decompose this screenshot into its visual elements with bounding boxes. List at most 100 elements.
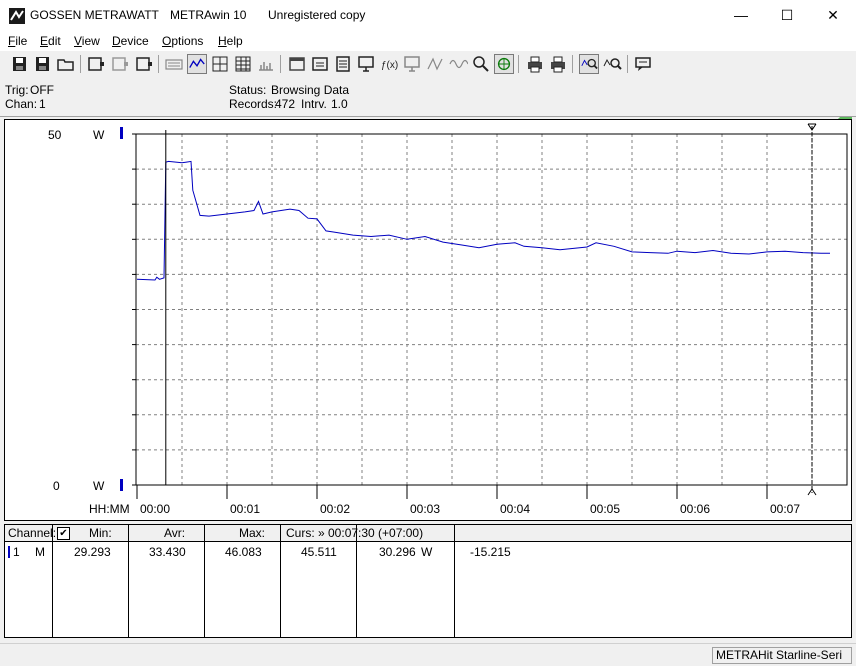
status-bar: METRAHit Starline-Seri [0, 643, 856, 666]
records-label: Records: [229, 97, 277, 111]
chan-value: 1 [39, 97, 46, 111]
window-icon[interactable] [287, 54, 307, 74]
header-avr: Avr: [164, 525, 185, 541]
app-logo-icon [9, 8, 25, 24]
power-line-chart[interactable]: 50 W 0 W HH:MM 00:0000:0100:0200:0300:04… [5, 120, 851, 520]
trig-label: Trig: [5, 83, 29, 97]
open-folder-icon[interactable] [56, 54, 76, 74]
toolbar-separator [627, 55, 628, 73]
device-settings-icon[interactable] [134, 54, 154, 74]
y-axis-top-label: 50 [48, 128, 62, 142]
trig-value: OFF [30, 83, 54, 97]
column-divider [128, 525, 129, 637]
toolbar: ƒ(x) [0, 51, 856, 81]
device-write-icon[interactable] [110, 54, 130, 74]
toolbar-separator [518, 55, 519, 73]
x-axis-tick-label: 00:00 [140, 502, 170, 516]
menu-help[interactable]: Help [218, 34, 243, 48]
device-read-icon[interactable] [86, 54, 106, 74]
menu-bar: File Edit View Device Options Help [0, 31, 856, 51]
zoom-in-icon[interactable] [602, 54, 622, 74]
row-channel-mode: M [35, 545, 45, 559]
zoom-chart-icon[interactable] [579, 54, 599, 74]
window-title-app: METRAwin 10 [170, 8, 246, 22]
intrv-label: Intrv. [301, 97, 327, 111]
y-axis-bottom-unit: W [93, 479, 105, 493]
column-divider [204, 525, 205, 637]
y-axis-bottom-label: 0 [53, 479, 60, 493]
keyboard-icon[interactable] [164, 54, 184, 74]
minimize-button[interactable]: — [718, 0, 764, 31]
chan-label: Chan: [5, 97, 37, 111]
toolbar-separator [280, 55, 281, 73]
menu-view[interactable]: View [74, 34, 100, 48]
function-icon[interactable]: ƒ(x) [379, 54, 399, 74]
open-file-icon[interactable] [10, 54, 30, 74]
x-axis-tick-label: 00:05 [590, 502, 620, 516]
x-axis-tick-label: 00:07 [770, 502, 800, 516]
status-label: Status: [229, 83, 266, 97]
row-max-value: 46.083 [225, 545, 262, 559]
close-button[interactable]: ✕ [810, 0, 856, 31]
menu-file[interactable]: File [8, 34, 27, 48]
row-difference-value: -15.215 [470, 545, 511, 559]
y-axis-bottom-marker [120, 479, 123, 491]
save-icon[interactable] [33, 54, 53, 74]
maximize-button[interactable]: ☐ [764, 0, 810, 31]
column-divider [356, 525, 357, 637]
auto-scale-icon[interactable] [494, 54, 514, 74]
row-min-value: 29.293 [74, 545, 111, 559]
status-panel: Trig: OFF Chan: 1 Status: Browsing Data … [0, 80, 856, 117]
table-view-icon[interactable] [233, 54, 253, 74]
intrv-value: 1.0 [331, 97, 348, 111]
row-avr-value: 33.430 [149, 545, 186, 559]
x-axis-tick-label: 00:04 [500, 502, 530, 516]
toolbar-separator [80, 55, 81, 73]
report-icon[interactable] [333, 54, 353, 74]
comment-icon[interactable] [633, 54, 653, 74]
menu-options[interactable]: Options [162, 34, 203, 48]
window-title-company: GOSSEN METRAWATT [30, 8, 159, 22]
y-axis-top-unit: W [93, 128, 105, 142]
row-cursor1-value: 45.511 [301, 545, 337, 559]
header-min: Min: [89, 525, 112, 541]
records-value: 472 [275, 97, 295, 111]
chart-panel[interactable]: 50 W 0 W HH:MM 00:0000:0100:0200:0300:04… [4, 119, 852, 521]
wave-icon[interactable] [448, 54, 468, 74]
print-icon[interactable] [525, 54, 545, 74]
header-channel: Channel: [8, 525, 56, 541]
window-title-license: Unregistered copy [268, 8, 365, 22]
row-channel-number: 1 [13, 545, 20, 559]
header-cursor: Curs: » 00:07:30 (+07:00) [286, 525, 423, 541]
window-list-icon[interactable] [310, 54, 330, 74]
x-axis: 00:0000:0100:0200:0300:0400:0500:0600:07 [137, 485, 800, 516]
device-name-field: METRAHit Starline-Seri [712, 647, 852, 664]
column-divider [454, 525, 455, 637]
zoom-settings-icon[interactable] [471, 54, 491, 74]
close-icon: ✕ [827, 7, 839, 23]
line-chart-view-icon[interactable] [187, 54, 207, 74]
series-line [137, 161, 830, 280]
menu-device[interactable]: Device [112, 34, 149, 48]
x-axis-unit-label: HH:MM [89, 502, 130, 516]
toolbar-separator [158, 55, 159, 73]
chart-series [137, 161, 830, 280]
bar-view-icon[interactable] [256, 54, 276, 74]
channel-checkbox[interactable]: ✔ [57, 527, 70, 540]
status-value: Browsing Data [271, 83, 349, 97]
minimize-icon: — [734, 7, 748, 23]
x-axis-tick-label: 00:03 [410, 502, 440, 516]
table-header [5, 525, 851, 542]
trigger-icon[interactable] [425, 54, 445, 74]
computer-icon[interactable] [356, 54, 376, 74]
header-max: Max: [239, 525, 265, 541]
grid-view-icon[interactable] [210, 54, 230, 74]
print-preview-icon[interactable] [548, 54, 568, 74]
monitor-icon[interactable] [402, 54, 422, 74]
y-axis-top-marker [120, 127, 123, 139]
channel-table: Channel: ✔ Min: Avr: Max: Curs: » 00:07:… [4, 524, 852, 638]
x-axis-tick-label: 00:06 [680, 502, 710, 516]
channel-color-marker [8, 546, 10, 558]
title-bar: GOSSEN METRAWATT METRAwin 10 Unregistere… [0, 0, 856, 32]
menu-edit[interactable]: Edit [40, 34, 61, 48]
